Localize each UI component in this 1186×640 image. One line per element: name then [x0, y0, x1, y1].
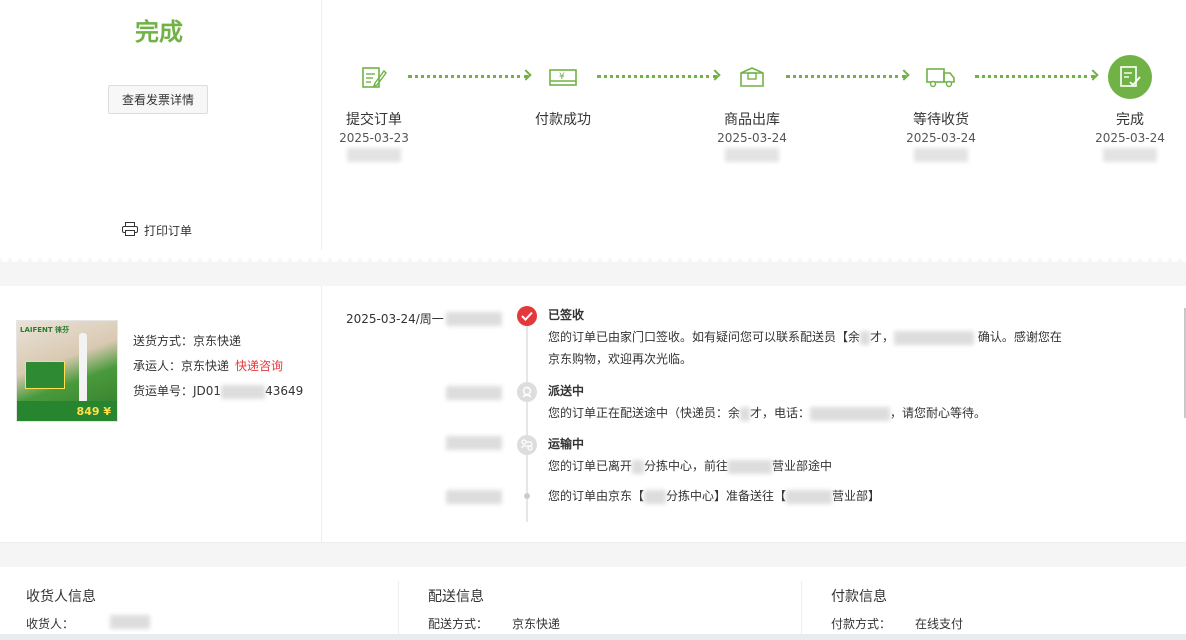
order-status-title: 完成 — [135, 18, 183, 46]
order-info-section: 收货人信息 收货人： 配送信息 配送方式： 京东快递 付款信息 付款方式： 在线支付 — [0, 567, 1186, 640]
column-divider — [398, 581, 399, 640]
payment-info-title: 付款信息 — [831, 589, 887, 605]
step-time-masked — [914, 148, 968, 162]
payment-method-value: 在线支付 — [915, 617, 964, 631]
product-thumbnail[interactable]: LAIFENT 徕芬 849 ¥ — [16, 320, 118, 422]
receiver-masked — [110, 615, 150, 629]
step-time-masked — [347, 148, 401, 162]
order-detail-page: 完成 查看发票详情 打印订单 提交订单 2025-03-23 ¥ 付款成功 商品… — [0, 0, 1186, 640]
step-date: 2025-03-24 — [717, 131, 787, 145]
waybill-row: 货运单号：JD01 43649 — [133, 384, 304, 399]
receiver-row: 收货人： — [26, 615, 150, 632]
courier-consult-link[interactable]: 快递咨询 — [235, 359, 283, 373]
event-title: 已签收 — [548, 308, 585, 322]
event-title: 运输中 — [548, 437, 585, 451]
transit-route-icon — [517, 435, 537, 455]
progress-step-complete: 完成 2025-03-24 — [1070, 55, 1186, 162]
tracking-section: LAIFENT 徕芬 849 ¥ 送货方式：京东快递 承运人：京东快递 快递咨询 … — [0, 286, 1186, 543]
window-bottom-edge — [0, 634, 1186, 640]
tracking-log: 2025-03-24/周一 已签收 您的订单已由家门口签收。如有疑问您可以联系配… — [322, 286, 1186, 543]
shipping-panel: LAIFENT 徕芬 849 ¥ 送货方式：京东快递 承运人：京东快递 快递咨询 … — [0, 286, 322, 543]
truck-icon — [919, 55, 963, 99]
delivery-row: 配送方式： 京东快递 — [428, 617, 561, 631]
edit-document-icon — [352, 55, 396, 99]
event-time-masked — [446, 436, 502, 450]
event-text: 您的订单由京东【 分拣中心】准备送往【 营业部】 — [548, 489, 881, 504]
receiver-info: 收货人信息 收货人： — [0, 567, 398, 640]
step-date: 2025-03-24 — [906, 131, 976, 145]
section-divider — [0, 258, 1186, 286]
thumb-price-tag — [25, 361, 65, 389]
order-progress: 提交订单 2025-03-23 ¥ 付款成功 商品出库 2025-03-24 等… — [322, 0, 1186, 250]
column-divider — [801, 581, 802, 640]
step-label: 付款成功 — [535, 112, 591, 128]
event-time-masked — [446, 490, 502, 504]
thumb-brand: LAIFENT 徕芬 — [20, 326, 70, 334]
payment-row: 付款方式： 在线支付 — [831, 617, 964, 631]
payment-card-icon: ¥ — [541, 55, 585, 99]
waybill-suffix: 43649 — [265, 384, 304, 398]
progress-step-outbound: 商品出库 2025-03-24 — [692, 55, 812, 162]
event-text: 您的订单已由家门口签收。如有疑问您可以联系配送员【余 才， 确认。感谢您在 — [548, 330, 1062, 345]
progress-step-payment: ¥ 付款成功 — [503, 55, 623, 129]
event-text: 您的订单已离开 分拣中心，前往 营业部途中 — [548, 459, 833, 474]
tracking-date: 2025-03-24/周一 — [346, 312, 444, 326]
check-document-icon — [1108, 55, 1152, 99]
delivery-method-row: 送货方式：京东快递 — [133, 334, 242, 348]
svg-text:¥: ¥ — [559, 72, 565, 82]
timeline-line — [526, 316, 528, 522]
tracking-event-signed: 已签收 您的订单已由家门口签收。如有疑问您可以联系配送员【余 才， 确认。感谢您在… — [548, 304, 1088, 370]
tracking-event-delivering: 派送中 您的订单正在配送途中（快递员：余 才，电话： ，请您耐心等待。 — [548, 380, 1088, 424]
waybill-prefix: JD01 — [193, 384, 222, 398]
printer-icon — [122, 222, 138, 239]
delivery-info: 配送信息 配送方式： 京东快递 — [402, 567, 800, 640]
step-date: 2025-03-23 — [339, 131, 409, 145]
tracking-event-transit: 运输中 您的订单已离开 分拣中心，前往 营业部途中 — [548, 433, 1088, 477]
event-text: 您的订单正在配送途中（快递员：余 才，电话： ，请您耐心等待。 — [548, 406, 987, 421]
signed-check-icon — [517, 306, 537, 326]
timeline-dot — [524, 493, 530, 499]
delivery-method-value: 京东快递 — [512, 617, 561, 631]
delivery-info-title: 配送信息 — [428, 589, 484, 605]
view-invoice-button[interactable]: 查看发票详情 — [108, 85, 208, 114]
carrier: 京东快递 — [181, 359, 230, 373]
carrier-row: 承运人：京东快递 快递咨询 — [133, 359, 284, 373]
step-label: 商品出库 — [724, 112, 780, 128]
delivery-method: 京东快递 — [193, 334, 242, 348]
section-divider — [0, 543, 1186, 567]
waybill-masked — [221, 384, 266, 399]
event-time-masked — [446, 312, 502, 326]
step-time-masked — [1103, 148, 1157, 162]
thumb-banner: 849 ¥ — [17, 401, 117, 421]
progress-step-awaiting: 等待收货 2025-03-24 — [881, 55, 1001, 162]
delivery-person-icon — [517, 382, 537, 402]
status-panel: 完成 查看发票详情 打印订单 — [0, 0, 322, 250]
event-time-masked — [446, 386, 502, 400]
progress-step-submit: 提交订单 2025-03-23 — [314, 55, 434, 162]
event-text-cont: 京东购物，欢迎再次光临。 — [548, 352, 693, 366]
receiver-info-title: 收货人信息 — [26, 589, 96, 605]
print-order-label: 打印订单 — [144, 224, 193, 238]
order-status-section: 完成 查看发票详情 打印订单 提交订单 2025-03-23 ¥ 付款成功 商品… — [0, 0, 1186, 250]
step-label: 完成 — [1116, 112, 1144, 128]
print-order-link[interactable]: 打印订单 — [122, 222, 192, 239]
tracking-event-dispatch: 您的订单由京东【 分拣中心】准备送往【 营业部】 — [548, 485, 1088, 507]
thumb-device — [79, 333, 87, 403]
step-time-masked — [725, 148, 779, 162]
payment-info: 付款信息 付款方式： 在线支付 — [805, 567, 1185, 640]
shipping-info: 送货方式：京东快递 承运人：京东快递 快递咨询 货运单号：JD01 43649 — [133, 329, 303, 404]
event-title: 派送中 — [548, 384, 585, 398]
step-date: 2025-03-24 — [1095, 131, 1165, 145]
step-label: 提交订单 — [346, 112, 402, 128]
package-icon — [730, 55, 774, 99]
step-label: 等待收货 — [913, 112, 969, 128]
